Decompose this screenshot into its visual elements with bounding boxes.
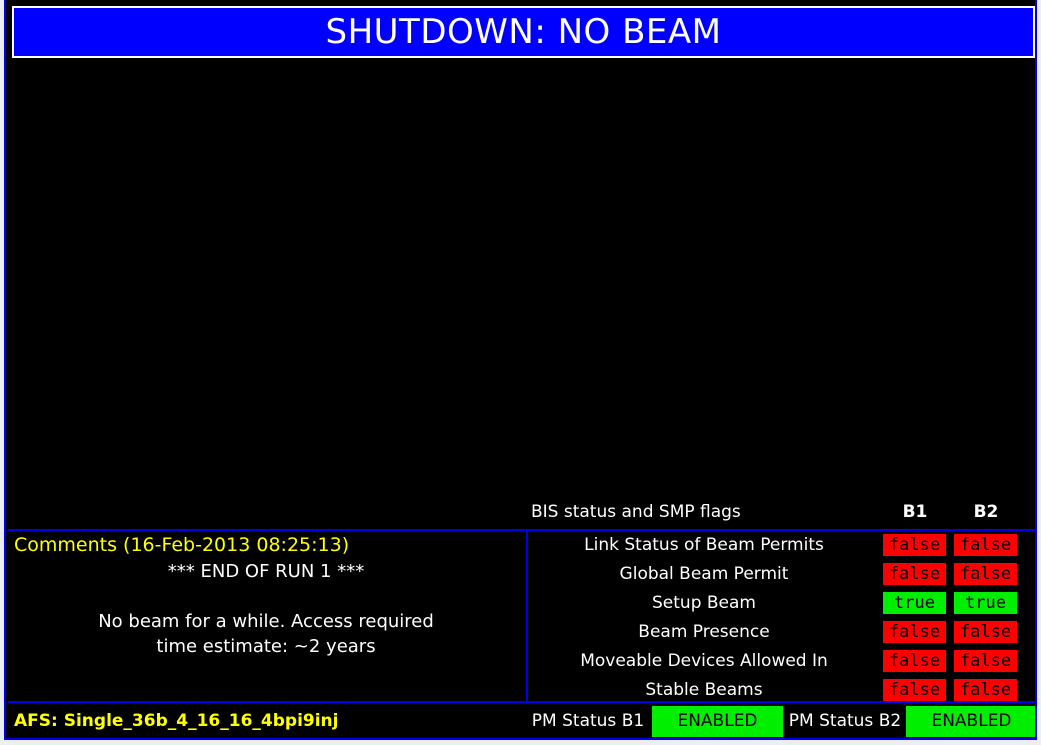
- status-badge: false: [883, 679, 946, 701]
- main-screen: SHUTDOWN: NO BEAM Comments (16-Feb-2013 …: [4, 0, 1037, 740]
- status-banner-text: SHUTDOWN: NO BEAM: [325, 12, 722, 52]
- bis-table-body: Link Status of Beam Permits false false …: [526, 529, 1035, 706]
- bis-row-label: Link Status of Beam Permits: [584, 535, 824, 555]
- status-badge: false: [954, 679, 1017, 701]
- pm-status-b1-label: PM Status B1: [531, 711, 645, 731]
- table-row: Moveable Devices Allowed In false false: [528, 648, 1035, 677]
- comments-title: Comments (16-Feb-2013 08:25:13): [14, 534, 350, 556]
- status-banner: SHUTDOWN: NO BEAM: [12, 6, 1035, 58]
- status-badge: true: [954, 592, 1017, 614]
- bis-table-title: BIS status and SMP flags: [531, 502, 741, 522]
- bis-column-header-b2: B2: [973, 502, 999, 522]
- table-row: Stable Beams false false: [528, 677, 1035, 706]
- bis-row-label: Beam Presence: [638, 622, 770, 642]
- status-badge: true: [883, 592, 946, 614]
- bis-row-label: Setup Beam: [652, 593, 756, 613]
- bis-row-label: Stable Beams: [645, 680, 763, 700]
- status-badge: false: [883, 650, 946, 672]
- comments-panel: Comments (16-Feb-2013 08:25:13) *** END …: [8, 529, 526, 703]
- status-badge: false: [954, 621, 1017, 643]
- table-row: Global Beam Permit false false: [528, 561, 1035, 590]
- beam-intensity-plot-area: [8, 62, 1035, 499]
- pm-status-b2-value: ENABLED: [906, 706, 1035, 737]
- status-badge: false: [954, 563, 1017, 585]
- status-badge: false: [954, 650, 1017, 672]
- status-badge: false: [883, 621, 946, 643]
- comments-body: *** END OF RUN 1 *** No beam for a while…: [98, 561, 434, 657]
- pm-status-b1-value: ENABLED: [652, 706, 783, 737]
- bis-row-label: Moveable Devices Allowed In: [580, 651, 828, 671]
- table-row: Link Status of Beam Permits false false: [528, 532, 1035, 561]
- status-badge: false: [954, 534, 1017, 556]
- table-row: Beam Presence false false: [528, 619, 1035, 648]
- bis-column-header-b1: B1: [902, 502, 928, 522]
- bottom-status-bar: AFS: Single_36b_4_16_16_4bpi9inj PM Stat…: [8, 705, 1035, 738]
- status-badge: false: [883, 534, 946, 556]
- bis-header-row: BIS status and SMP flags B1 B2: [526, 499, 1035, 529]
- bis-row-label: Global Beam Permit: [619, 564, 789, 584]
- lhc-page1-app: SHUTDOWN: NO BEAM Comments (16-Feb-2013 …: [0, 0, 1041, 745]
- table-row: Setup Beam true true: [528, 590, 1035, 619]
- status-badge: false: [883, 563, 946, 585]
- afs-filling-scheme-text: AFS: Single_36b_4_16_16_4bpi9inj: [14, 711, 339, 731]
- pm-status-b2-label: PM Status B2: [788, 711, 902, 731]
- bis-status-panel: BIS status and SMP flags B1 B2 Link Stat…: [526, 499, 1035, 706]
